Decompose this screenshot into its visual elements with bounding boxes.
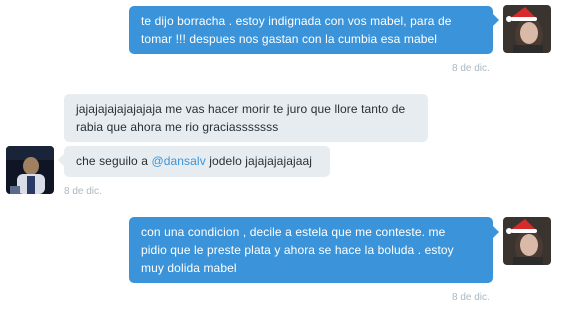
message-bubble[interactable]: jajajajajajajajaja me vas hacer morir te… bbox=[64, 94, 428, 142]
user-avatar-icon bbox=[6, 146, 54, 194]
message-line: muy dolida mabel bbox=[141, 261, 237, 275]
message-timestamp[interactable]: 8 de dic. bbox=[452, 292, 490, 303]
message-text: che seguilo a bbox=[76, 154, 152, 168]
user-avatar-santa-hat-icon bbox=[503, 217, 551, 265]
message-bubble[interactable]: che seguilo a @dansalv jodelo jajajajaja… bbox=[64, 146, 330, 177]
bubble-tail bbox=[493, 14, 499, 26]
bubble-tail bbox=[58, 154, 64, 166]
message-line: tomar !!! despues nos gastan con la cumb… bbox=[141, 32, 438, 46]
avatar[interactable] bbox=[6, 146, 54, 194]
message-line: jajajajajajajajaja me vas hacer morir te… bbox=[76, 102, 406, 116]
user-mention-link[interactable]: @dansalv bbox=[151, 154, 205, 168]
user-avatar-santa-hat-icon bbox=[503, 5, 551, 53]
message-timestamp[interactable]: 8 de dic. bbox=[452, 63, 490, 74]
bubble-tail bbox=[493, 226, 499, 238]
message-timestamp[interactable]: 8 de dic. bbox=[64, 186, 102, 197]
avatar[interactable] bbox=[503, 217, 551, 265]
message-line: con una condicion , decile a estela que … bbox=[141, 225, 446, 239]
message-bubble[interactable]: te dijo borracha . estoy indignada con v… bbox=[129, 6, 493, 54]
message-text: jodelo jajajajajajaaj bbox=[205, 154, 313, 168]
message-line: rabia que ahora me rio graciasssssss bbox=[76, 120, 279, 134]
message-line: pidio que le preste plata y ahora se hac… bbox=[141, 243, 454, 257]
message-line: te dijo borracha . estoy indignada con v… bbox=[141, 14, 452, 28]
message-bubble[interactable]: con una condicion , decile a estela que … bbox=[129, 217, 493, 283]
avatar[interactable] bbox=[503, 5, 551, 53]
